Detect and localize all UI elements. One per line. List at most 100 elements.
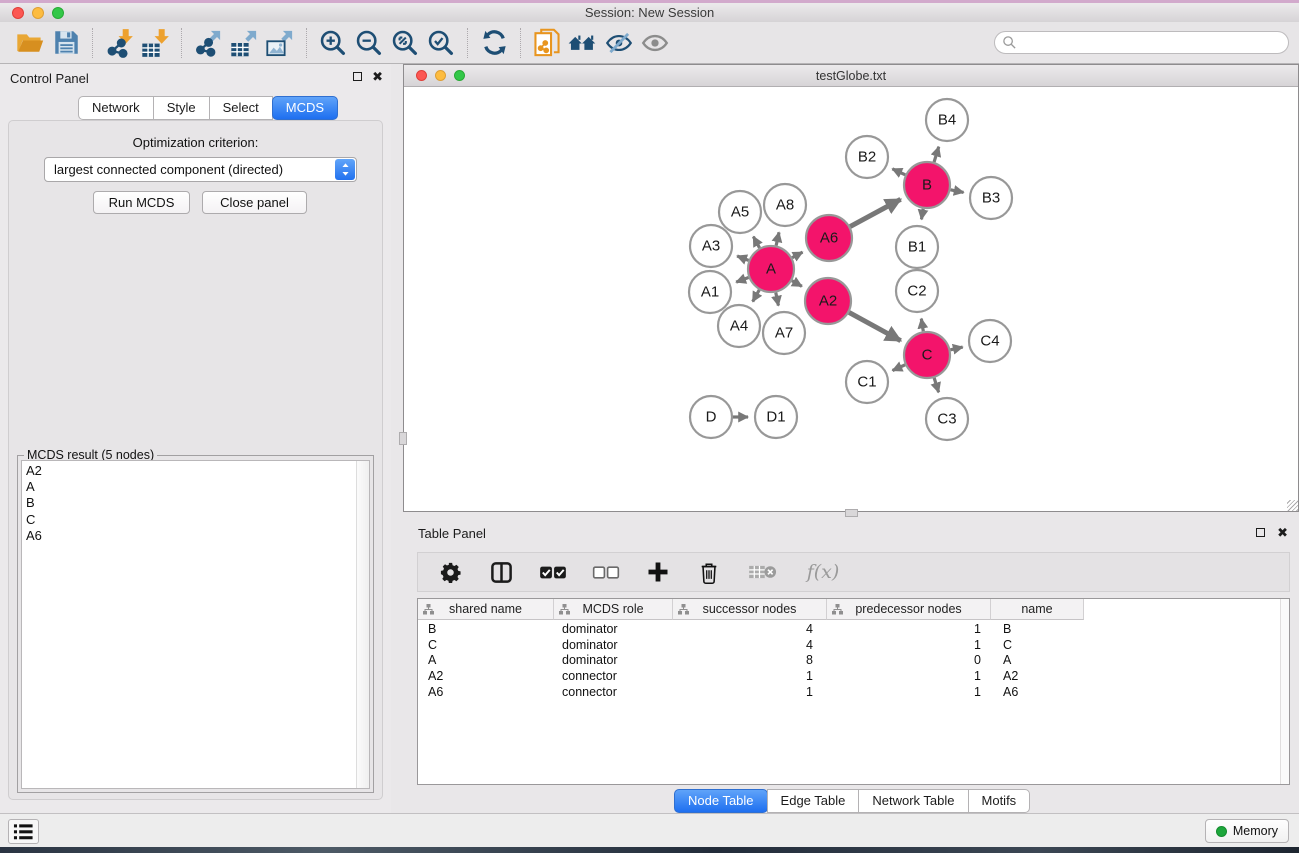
edge-A-A6[interactable] <box>792 252 802 258</box>
node-A[interactable]: A <box>748 246 794 292</box>
column-header-predecessor-nodes[interactable]: predecessor nodes <box>827 599 991 620</box>
node-C4[interactable]: C4 <box>969 320 1011 362</box>
node-D[interactable]: D <box>690 396 732 438</box>
close-panel-icon[interactable]: ✖ <box>1277 527 1288 538</box>
search-input[interactable] <box>994 31 1289 54</box>
unselect-all-button[interactable] <box>591 558 621 586</box>
home-button[interactable] <box>565 25 601 61</box>
node-B2[interactable]: B2 <box>846 136 888 178</box>
export-image-button[interactable] <box>262 25 298 61</box>
zoom-selected-button[interactable] <box>423 25 459 61</box>
tab-mcds[interactable]: MCDS <box>272 96 338 120</box>
scrollbar[interactable] <box>356 461 369 788</box>
tab-network[interactable]: Network <box>78 96 154 120</box>
table-row[interactable]: Cdominator41C <box>418 637 1279 653</box>
edge-B-B3[interactable] <box>951 190 964 193</box>
resize-handle[interactable] <box>1287 500 1298 511</box>
task-history-button[interactable] <box>8 819 39 844</box>
edge-B-B4[interactable] <box>934 147 939 162</box>
zoom-out-button[interactable] <box>351 25 387 61</box>
edge-A-A4[interactable] <box>753 290 760 302</box>
table-row[interactable]: Bdominator41B <box>418 621 1279 637</box>
run-mcds-button[interactable]: Run MCDS <box>93 191 190 214</box>
new-network-document-button[interactable] <box>529 25 565 61</box>
float-panel-icon[interactable] <box>353 72 362 81</box>
scrollbar[interactable] <box>1280 599 1289 784</box>
column-header-MCDS-role[interactable]: MCDS role <box>554 599 673 620</box>
column-header-successor-nodes[interactable]: successor nodes <box>673 599 827 620</box>
node-B1[interactable]: B1 <box>896 226 938 268</box>
tab-edge-table[interactable]: Edge Table <box>767 789 860 813</box>
edge-A-A3[interactable] <box>737 256 748 260</box>
edge-A-A7[interactable] <box>776 293 779 306</box>
save-session-button[interactable] <box>48 25 84 61</box>
mcds-result-item[interactable]: C <box>26 512 351 528</box>
splitter-handle[interactable] <box>845 509 858 517</box>
node-A2[interactable]: A2 <box>805 278 851 324</box>
node-A6[interactable]: A6 <box>806 215 852 261</box>
delete-columns-button[interactable] <box>695 558 723 586</box>
node-A4[interactable]: A4 <box>718 305 760 347</box>
show-columns-button[interactable] <box>487 558 515 586</box>
edge-C-C4[interactable] <box>950 347 962 350</box>
edge-C-C2[interactable] <box>921 319 923 332</box>
node-table[interactable]: shared nameMCDS rolesuccessor nodesprede… <box>417 598 1290 785</box>
network-window-titlebar[interactable]: testGlobe.txt <box>404 65 1298 87</box>
node-A8[interactable]: A8 <box>764 184 806 226</box>
edge-C-C1[interactable] <box>893 365 906 371</box>
edge-A-A1[interactable] <box>736 277 748 282</box>
splitter-handle[interactable] <box>399 432 407 445</box>
tab-select[interactable]: Select <box>209 96 273 120</box>
mcds-result-item[interactable]: A6 <box>26 528 351 544</box>
export-network-button[interactable] <box>190 25 226 61</box>
hide-graphics-details-button[interactable] <box>601 25 637 61</box>
export-table-button[interactable] <box>226 25 262 61</box>
show-graphics-details-button[interactable] <box>637 25 673 61</box>
import-table-button[interactable] <box>137 25 173 61</box>
float-panel-icon[interactable] <box>1256 528 1265 537</box>
tab-node-table[interactable]: Node Table <box>674 789 768 813</box>
mcds-result-item[interactable]: A <box>26 479 351 495</box>
mcds-result-item[interactable]: B <box>26 495 351 511</box>
delete-table-button[interactable] <box>746 558 778 586</box>
close-panel-icon[interactable]: ✖ <box>372 71 383 82</box>
node-C[interactable]: C <box>904 332 950 378</box>
zoom-fit-button[interactable] <box>387 25 423 61</box>
table-row[interactable]: A2connector11A2 <box>418 668 1279 684</box>
node-B4[interactable]: B4 <box>926 99 968 141</box>
node-C2[interactable]: C2 <box>896 270 938 312</box>
edge-B-B2[interactable] <box>892 169 905 175</box>
select-all-button[interactable] <box>538 558 568 586</box>
node-A7[interactable]: A7 <box>763 312 805 354</box>
import-network-button[interactable] <box>101 25 137 61</box>
open-session-button[interactable] <box>12 25 48 61</box>
edge-A2-C[interactable] <box>849 312 901 340</box>
refresh-button[interactable] <box>476 25 512 61</box>
memory-button[interactable]: Memory <box>1205 819 1289 843</box>
close-panel-button[interactable]: Close panel <box>202 191 307 214</box>
node-B[interactable]: B <box>904 162 950 208</box>
network-graph[interactable]: AA1A2A3A4A5A6A7A8BB1B2B3B4CC1C2C3C4DD1 <box>404 87 1298 511</box>
tab-motifs[interactable]: Motifs <box>968 789 1031 813</box>
tab-style[interactable]: Style <box>153 96 210 120</box>
node-D1[interactable]: D1 <box>755 396 797 438</box>
node-A5[interactable]: A5 <box>719 191 761 233</box>
node-A3[interactable]: A3 <box>690 225 732 267</box>
criterion-dropdown[interactable]: largest connected component (directed) <box>44 157 357 182</box>
edge-A-A5[interactable] <box>753 237 759 248</box>
edge-A-A8[interactable] <box>776 232 779 245</box>
function-builder-button[interactable]: f(x) <box>801 558 845 586</box>
node-C3[interactable]: C3 <box>926 398 968 440</box>
add-column-button[interactable] <box>644 558 672 586</box>
column-header-name[interactable]: name <box>991 599 1084 620</box>
zoom-in-button[interactable] <box>315 25 351 61</box>
table-row[interactable]: A6connector11A6 <box>418 684 1279 700</box>
edge-A-A2[interactable] <box>792 281 802 287</box>
node-A1[interactable]: A1 <box>689 271 731 313</box>
edge-C-C3[interactable] <box>934 378 938 392</box>
node-C1[interactable]: C1 <box>846 361 888 403</box>
tab-network-table[interactable]: Network Table <box>858 789 968 813</box>
mcds-result-item[interactable]: A2 <box>26 463 351 479</box>
settings-gear-button[interactable] <box>436 558 464 586</box>
column-header-shared-name[interactable]: shared name <box>418 599 554 620</box>
